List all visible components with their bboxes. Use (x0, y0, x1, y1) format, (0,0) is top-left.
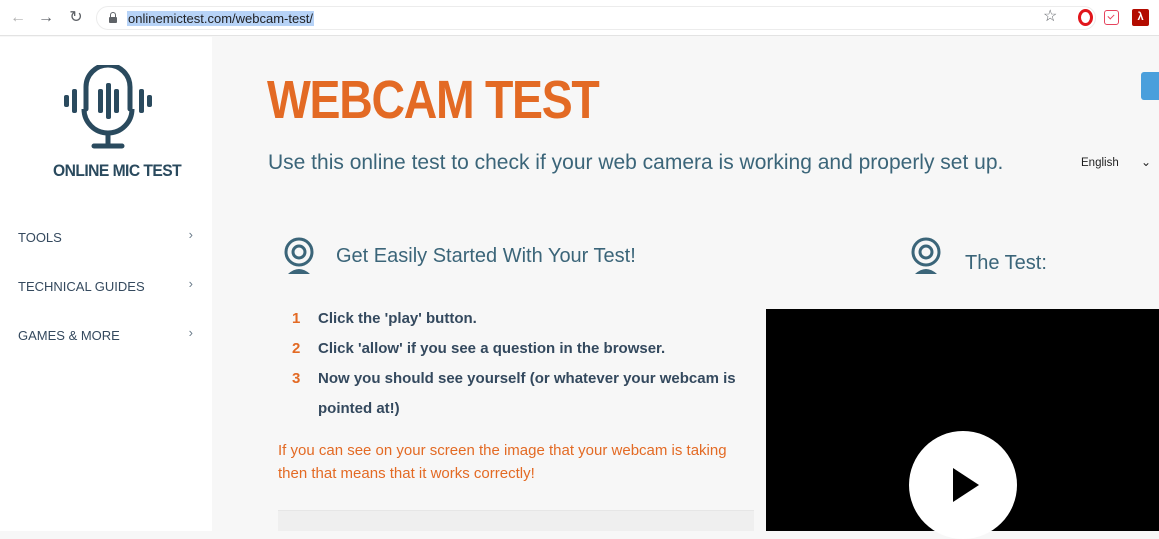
list-item: 1 Click the 'play' button. (292, 304, 752, 334)
opera-icon[interactable] (1078, 9, 1093, 26)
list-item: 3 Now you should see yourself (or whatev… (292, 364, 752, 424)
sidebar-item-tools[interactable]: TOOLS › (18, 227, 193, 249)
sidebar-item-label: GAMES & MORE (18, 328, 120, 343)
logo-text[interactable]: ONLINE MIC TEST (53, 161, 182, 181)
play-icon (953, 468, 979, 502)
browser-toolbar: ← → ↻ onlinemictest.com/webcam-test/ ☆ λ (0, 0, 1159, 36)
step-text: Click the 'play' button. (318, 310, 477, 327)
url-text[interactable]: onlinemictest.com/webcam-test/ (127, 11, 314, 27)
page-title: WEBCAM TEST (267, 70, 600, 130)
webcam-icon (284, 237, 314, 274)
sidebar-item-games-more[interactable]: GAMES & MORE › (18, 325, 193, 347)
webcam-icon (911, 237, 941, 274)
sidebar-item-label: TECHNICAL GUIDES (18, 279, 145, 294)
success-note: If you can see on your screen the image … (278, 442, 727, 482)
chevron-down-icon: ⌄ (1141, 155, 1152, 169)
address-bar[interactable]: onlinemictest.com/webcam-test/ (96, 6, 1096, 30)
sidebar-item-technical-guides[interactable]: TECHNICAL GUIDES › (18, 276, 193, 298)
back-icon[interactable]: ← (8, 8, 28, 28)
reload-icon[interactable]: ↻ (66, 8, 86, 28)
chevron-right-icon: › (188, 227, 193, 242)
pocket-icon[interactable] (1104, 10, 1119, 25)
acrobat-icon[interactable]: λ (1132, 9, 1149, 26)
getting-started-heading: Get Easily Started With Your Test! (336, 245, 636, 267)
step-number: 1 (292, 310, 301, 327)
chevron-right-icon: › (188, 325, 193, 340)
step-number: 3 (292, 370, 301, 387)
webcam-video-player[interactable] (766, 309, 1159, 539)
sidebar: ONLINE MIC TEST TOOLS › TECHNICAL GUIDES… (0, 37, 212, 531)
lock-icon[interactable] (109, 12, 117, 24)
step-text: Now you should see yourself (or whatever… (318, 370, 736, 417)
play-button[interactable] (909, 431, 1017, 539)
page-subtitle: Use this online test to check if your we… (268, 151, 1004, 174)
chevron-right-icon: › (188, 276, 193, 291)
sidebar-item-label: TOOLS (18, 230, 62, 245)
microphone-logo-icon[interactable] (62, 65, 154, 149)
twitter-share-button[interactable] (1141, 72, 1159, 100)
step-text: Click 'allow' if you see a question in t… (318, 340, 666, 357)
info-card (278, 510, 754, 531)
bookmark-star-icon[interactable]: ☆ (1043, 7, 1057, 27)
language-select[interactable]: English ⌄ (1081, 154, 1159, 172)
language-value: English (1081, 157, 1119, 169)
step-number: 2 (292, 340, 301, 357)
forward-icon[interactable]: → (36, 8, 56, 28)
the-test-heading: The Test: (965, 252, 1047, 274)
list-item: 2 Click 'allow' if you see a question in… (292, 334, 752, 364)
steps-list: 1 Click the 'play' button. 2 Click 'allo… (292, 304, 752, 424)
